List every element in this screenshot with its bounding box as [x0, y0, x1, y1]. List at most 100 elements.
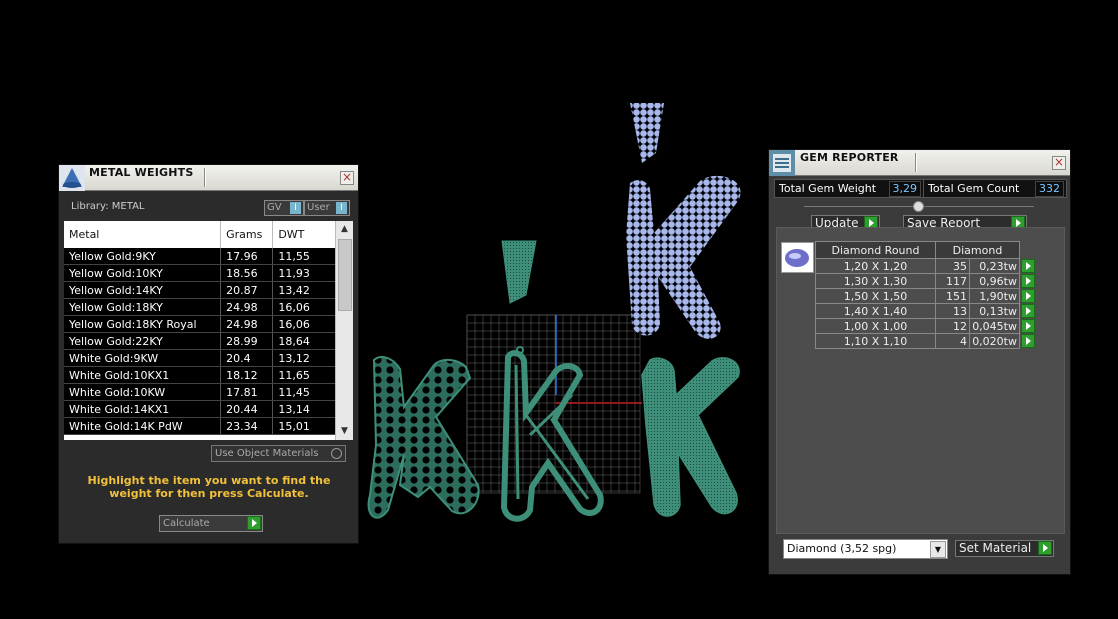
dwt-cell: 16,06 [272, 298, 336, 316]
gem-reporter-titlebar[interactable]: GEM REPORTER × [769, 150, 1070, 176]
dwt-cell: 13,42 [272, 281, 336, 299]
lattice-letter-k-model[interactable] [367, 356, 480, 519]
play-icon [1021, 259, 1035, 273]
gem-table-row[interactable]: 1,30 X 1,30 117 0,96tw [815, 273, 1037, 289]
column-header-grams[interactable]: Grams [220, 221, 274, 248]
3d-viewport[interactable] [360, 95, 765, 535]
gem-row-action[interactable] [1020, 274, 1037, 289]
grams-cell: 18.12 [220, 366, 274, 384]
gem-table-row[interactable]: 1,00 X 1,00 12 0,045tw [815, 318, 1037, 334]
metal-table-row[interactable]: Yellow Gold:18KY 24.98 16,06 [64, 298, 336, 316]
grams-cell: 17.96 [220, 248, 274, 265]
grams-cell: 20.4 [220, 349, 274, 367]
gv-toggle-knob: I [290, 202, 301, 214]
gem-size-cell: 1,30 X 1,30 [815, 273, 936, 289]
gem-set-letter-k-model[interactable] [626, 175, 741, 339]
metal-weights-title: METAL WEIGHTS [89, 166, 194, 179]
dwt-cell: 11,65 [272, 366, 336, 384]
use-object-materials-checkbox[interactable]: Use Object Materials [211, 445, 346, 462]
set-material-button[interactable]: Set Material [955, 540, 1054, 557]
metal-name-cell: Yellow Gold:18KY [64, 298, 222, 316]
calculate-label: Calculate [163, 518, 210, 529]
dwt-cell: 11,55 [272, 248, 336, 265]
metal-name-cell: White Gold:10KX1 [64, 366, 222, 384]
gem-row-action[interactable] [1020, 259, 1037, 274]
grams-cell: 20.44 [220, 400, 274, 418]
gem-weight-cell: 1,90tw [969, 288, 1020, 304]
gem-table-row[interactable]: 1,10 X 1,10 4 0,020tw [815, 333, 1037, 349]
scroll-thumb[interactable] [338, 239, 352, 311]
metal-table-row[interactable]: Yellow Gold:10KY 18.56 11,93 [64, 264, 336, 282]
metal-table-header: Metal Grams DWT [64, 221, 336, 248]
dwt-cell: 11,93 [272, 264, 336, 282]
metal-table-row[interactable]: Yellow Gold:14KY 20.87 13,42 [64, 281, 336, 299]
set-material-label: Set Material [959, 541, 1032, 555]
gem-row-action[interactable] [1020, 289, 1037, 304]
metal-weights-icon [59, 165, 85, 191]
library-label: Library: METAL [71, 201, 145, 212]
grams-cell: 23.34 [220, 417, 274, 435]
gem-size-cell: 1,40 X 1,40 [815, 303, 936, 319]
metal-table-row[interactable]: Yellow Gold:18KY Royal 24.98 16,06 [64, 315, 336, 333]
gem-table-row[interactable]: 1,50 X 1,50 151 1,90tw [815, 288, 1037, 304]
gem-table-row[interactable]: 1,20 X 1,20 35 0,23tw [815, 258, 1037, 274]
metal-table-scrollbar[interactable]: ▲ ▼ [335, 221, 353, 440]
grams-cell: 18.56 [220, 264, 274, 282]
metal-name-cell: Yellow Gold:14KY [64, 281, 222, 299]
metal-table-row[interactable]: White Gold:14KX1 20.44 13,14 [64, 400, 336, 418]
metal-table-row[interactable]: Yellow Gold:22KY 28.99 18,64 [64, 332, 336, 350]
close-icon[interactable]: × [1052, 156, 1066, 170]
gem-count-cell: 151 [935, 288, 970, 304]
metal-table-row[interactable]: White Gold:10KX1 18.12 11,65 [64, 366, 336, 384]
header-spacer [1020, 242, 1037, 259]
mesh-bail-model[interactable] [501, 240, 537, 304]
material-select[interactable]: Diamond (3,52 spg) ▼ [783, 539, 948, 559]
scroll-up-icon[interactable]: ▲ [339, 224, 350, 235]
metal-name-cell: Yellow Gold:9KY [64, 248, 222, 265]
gem-count-cell: 4 [935, 333, 970, 349]
mesh-letter-k-model[interactable] [641, 357, 740, 517]
user-toggle[interactable]: User I [304, 200, 350, 216]
gem-row-action[interactable] [1020, 304, 1037, 319]
metal-table-row[interactable]: White Gold:9KW 20.4 13,12 [64, 349, 336, 367]
column-header-material: Diamond [935, 241, 1020, 259]
total-gem-count-label: Total Gem Count [928, 182, 1020, 195]
gem-weight-cell: 0,020tw [969, 333, 1020, 349]
play-icon [1021, 274, 1035, 288]
gem-reporter-title: GEM REPORTER [800, 151, 899, 164]
metal-name-cell: White Gold:14K PdW [64, 417, 222, 435]
use-object-materials-label: Use Object Materials [215, 448, 319, 459]
scroll-down-icon[interactable]: ▼ [339, 426, 350, 437]
checkbox-icon [331, 448, 342, 459]
dropdown-arrow-icon[interactable]: ▼ [930, 541, 946, 558]
title-separator [204, 168, 205, 187]
gem-weight-cell: 0,13tw [969, 303, 1020, 319]
grams-cell: 20.87 [220, 281, 274, 299]
total-gem-count-value: 332 [1035, 181, 1064, 197]
close-icon[interactable]: × [340, 171, 354, 185]
total-gem-count: Total Gem Count 332 [923, 179, 1067, 198]
metal-table-row[interactable]: White Gold:10KW 17.81 11,45 [64, 383, 336, 401]
gem-size-cell: 1,00 X 1,00 [815, 318, 936, 334]
gem-table-row[interactable]: 1,40 X 1,40 13 0,13tw [815, 303, 1037, 319]
play-icon [1021, 319, 1035, 333]
metal-weights-titlebar[interactable]: METAL WEIGHTS × [59, 165, 358, 191]
gv-toggle-label: GV [267, 202, 282, 213]
metal-table: Metal Grams DWT Yellow Gold:9KY 17.96 11,5… [64, 221, 336, 435]
metal-table-row[interactable]: Yellow Gold:9KY 17.96 11,55 [64, 248, 336, 265]
metal-name-cell: Yellow Gold:10KY [64, 264, 222, 282]
gv-toggle[interactable]: GV I [264, 200, 304, 216]
slider-knob[interactable] [913, 201, 924, 212]
grams-cell: 24.98 [220, 298, 274, 316]
column-header-metal[interactable]: Metal [64, 221, 222, 248]
total-gem-weight: Total Gem Weight 3,29 [774, 179, 924, 198]
gem-row-action[interactable] [1020, 319, 1037, 334]
gem-set-bail-model[interactable] [630, 103, 664, 163]
gem-row-action[interactable] [1020, 334, 1037, 349]
gem-slider[interactable] [804, 201, 1034, 212]
play-icon [1038, 541, 1052, 555]
calculate-button[interactable]: Calculate [159, 515, 263, 532]
metal-table-row[interactable]: White Gold:14K PdW 23.34 15,01 [64, 417, 336, 435]
dwt-cell: 18,64 [272, 332, 336, 350]
column-header-dwt[interactable]: DWT [272, 221, 336, 248]
